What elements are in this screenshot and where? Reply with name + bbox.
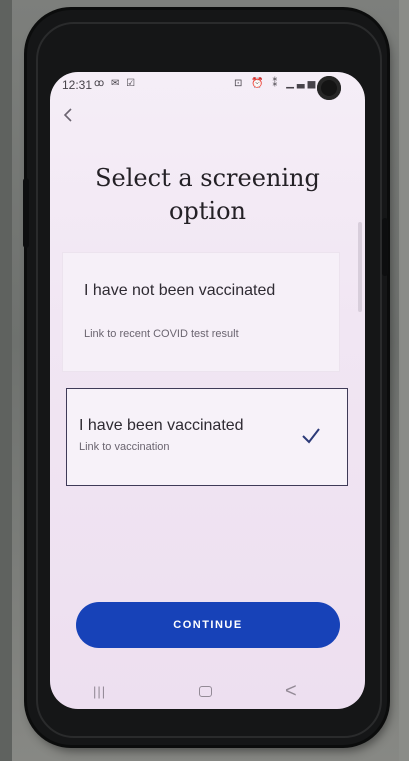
mute-icon: ⁑	[272, 78, 281, 89]
continue-button[interactable]: CONTINUE	[76, 602, 340, 648]
signal-icon: ▁▃▅	[286, 78, 319, 89]
alarm-icon: ⏰	[251, 78, 267, 89]
android-nav-bar: ||| <	[50, 670, 365, 709]
phone-volume-button	[23, 178, 29, 248]
page-title: Select a screening option	[95, 164, 320, 225]
app-screen: 12:31 ꝏ ✉ ☑ ⊡ ⏰ ⁑ ▁▃▅ ▮ Select a screeni…	[50, 72, 365, 709]
home-button[interactable]	[199, 686, 212, 697]
front-camera	[317, 76, 341, 100]
lock-icon: ⊡	[234, 78, 246, 89]
chevron-left-icon	[63, 108, 72, 122]
status-time: 12:31	[62, 78, 93, 92]
background-floor-right	[399, 0, 409, 761]
option-subtitle: Link to recent COVID test result	[84, 328, 239, 340]
phone-side-button	[382, 218, 388, 276]
status-notification-icons: ꝏ ✉ ☑	[94, 78, 137, 89]
back-button[interactable]	[62, 102, 86, 128]
option-vaccinated[interactable]: I have been vaccinated Link to vaccinati…	[66, 388, 348, 486]
recent-apps-button[interactable]: |||	[93, 684, 106, 699]
scroll-indicator	[358, 222, 362, 312]
checkmark-icon	[302, 428, 320, 444]
status-bar: 12:31 ꝏ ✉ ☑ ⊡ ⏰ ⁑ ▁▃▅ ▮	[50, 72, 365, 100]
nav-back-button[interactable]: <	[285, 680, 297, 703]
option-subtitle: Link to vaccination	[79, 441, 170, 453]
option-title: I have been vaccinated	[79, 417, 244, 434]
background-floor	[0, 0, 12, 761]
calendar-check-icon: ☑	[126, 78, 138, 89]
option-not-vaccinated[interactable]: I have not been vaccinated Link to recen…	[62, 252, 340, 372]
mail-icon: ✉	[110, 78, 122, 89]
voicemail-icon: ꝏ	[94, 78, 107, 89]
option-title: I have not been vaccinated	[84, 282, 276, 299]
